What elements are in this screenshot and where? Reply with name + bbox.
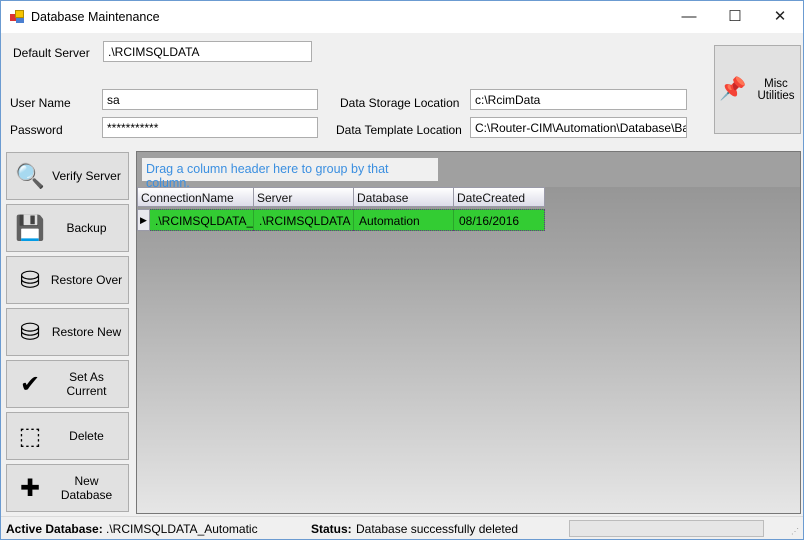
side-button-label: Set As Current (66, 370, 107, 398)
default-server-input[interactable]: .\RCIMSQLDATA (103, 41, 312, 62)
restore-icon: ⛁ (19, 266, 41, 294)
pushpins-icon: 📌 (719, 76, 747, 101)
misc-utilities-button[interactable]: 📌 Misc Utilities (714, 45, 801, 134)
side-button-new-database[interactable]: ✚ New Database (6, 464, 129, 512)
misc-label-2: Utilities (757, 90, 795, 102)
side-button-label: Delete (69, 429, 104, 443)
minimize-button[interactable]: — (666, 1, 712, 32)
user-name-label: User Name (10, 96, 71, 110)
data-template-input[interactable]: C:\Router-CIM\Automation\Database\Ba (470, 117, 687, 138)
side-button-set-as-current[interactable]: ✔ Set As Current (6, 360, 129, 408)
group-hint: Drag a column header here to group by th… (142, 158, 438, 190)
side-button-label: Verify Server (52, 169, 121, 183)
status-label: Status: (311, 522, 352, 536)
data-storage-input[interactable]: c:\RcimData (470, 89, 687, 110)
status-value: Database successfully deleted (356, 522, 519, 536)
active-db-value: .\RCIMSQLDATA_Automatic (106, 522, 258, 536)
checkmark-icon: ✔ (19, 370, 41, 398)
connections-grid: Drag a column header here to group by th… (136, 151, 801, 514)
cell-datecreated[interactable]: 08/16/2016 (453, 209, 545, 231)
cell-connectionname[interactable]: .\RCIMSQLDATA_ (150, 209, 253, 231)
group-panel: Drag a column header here to group by th… (137, 152, 800, 190)
app-icon (10, 10, 24, 23)
restore-new-icon: ⛁ (19, 318, 41, 346)
side-button-label: Restore New (51, 325, 122, 339)
column-header-database[interactable]: Database (353, 187, 454, 207)
side-button-label: New Database (60, 474, 113, 502)
side-button-label: Backup (66, 221, 107, 235)
delete-selection-icon: ⬚ (18, 422, 42, 450)
data-storage-label: Data Storage Location (340, 96, 460, 110)
maximize-button[interactable]: ☐ (712, 1, 758, 32)
side-button-restore-over[interactable]: ⛁ Restore Over (6, 256, 129, 304)
column-header-server[interactable]: Server (253, 187, 354, 207)
cell-database[interactable]: Automation (353, 209, 453, 231)
side-button-delete[interactable]: ⬚ Delete (6, 412, 129, 460)
password-input[interactable]: *********** (102, 117, 318, 138)
side-button-label: Restore Over (50, 273, 123, 287)
title-bar: Database Maintenance — ☐ ✕ (1, 1, 803, 33)
plus-icon: ✚ (19, 474, 41, 502)
user-name-input[interactable]: sa (102, 89, 318, 110)
side-button-restore-new[interactable]: ⛁ Restore New (6, 308, 129, 356)
magnifier-icon: 🔍 (15, 162, 45, 190)
side-button-backup[interactable]: 💾 Backup (6, 204, 129, 252)
column-header-datecreated[interactable]: DateCreated (453, 187, 545, 207)
misc-label-1: Misc (764, 78, 788, 90)
data-template-label: Data Template Location (336, 123, 462, 137)
row-selector-icon[interactable]: ▶ (137, 209, 150, 231)
default-server-label: Default Server (13, 46, 90, 60)
progress-bar (569, 520, 764, 537)
cell-server[interactable]: .\RCIMSQLDATA (253, 209, 353, 231)
side-button-verify-server[interactable]: 🔍 Verify Server (6, 152, 129, 200)
close-button[interactable]: ✕ (757, 1, 803, 32)
password-label: Password (10, 123, 63, 137)
resize-grip-icon[interactable]: ⋰ (791, 527, 799, 536)
window-title: Database Maintenance (31, 10, 160, 24)
active-db-label: Active Database: (6, 522, 103, 536)
floppy-disk-icon: 💾 (15, 214, 45, 242)
status-bar: Active Database: .\RCIMSQLDATA_Automatic… (1, 516, 803, 540)
column-header-connectionname[interactable]: ConnectionName (137, 187, 254, 207)
